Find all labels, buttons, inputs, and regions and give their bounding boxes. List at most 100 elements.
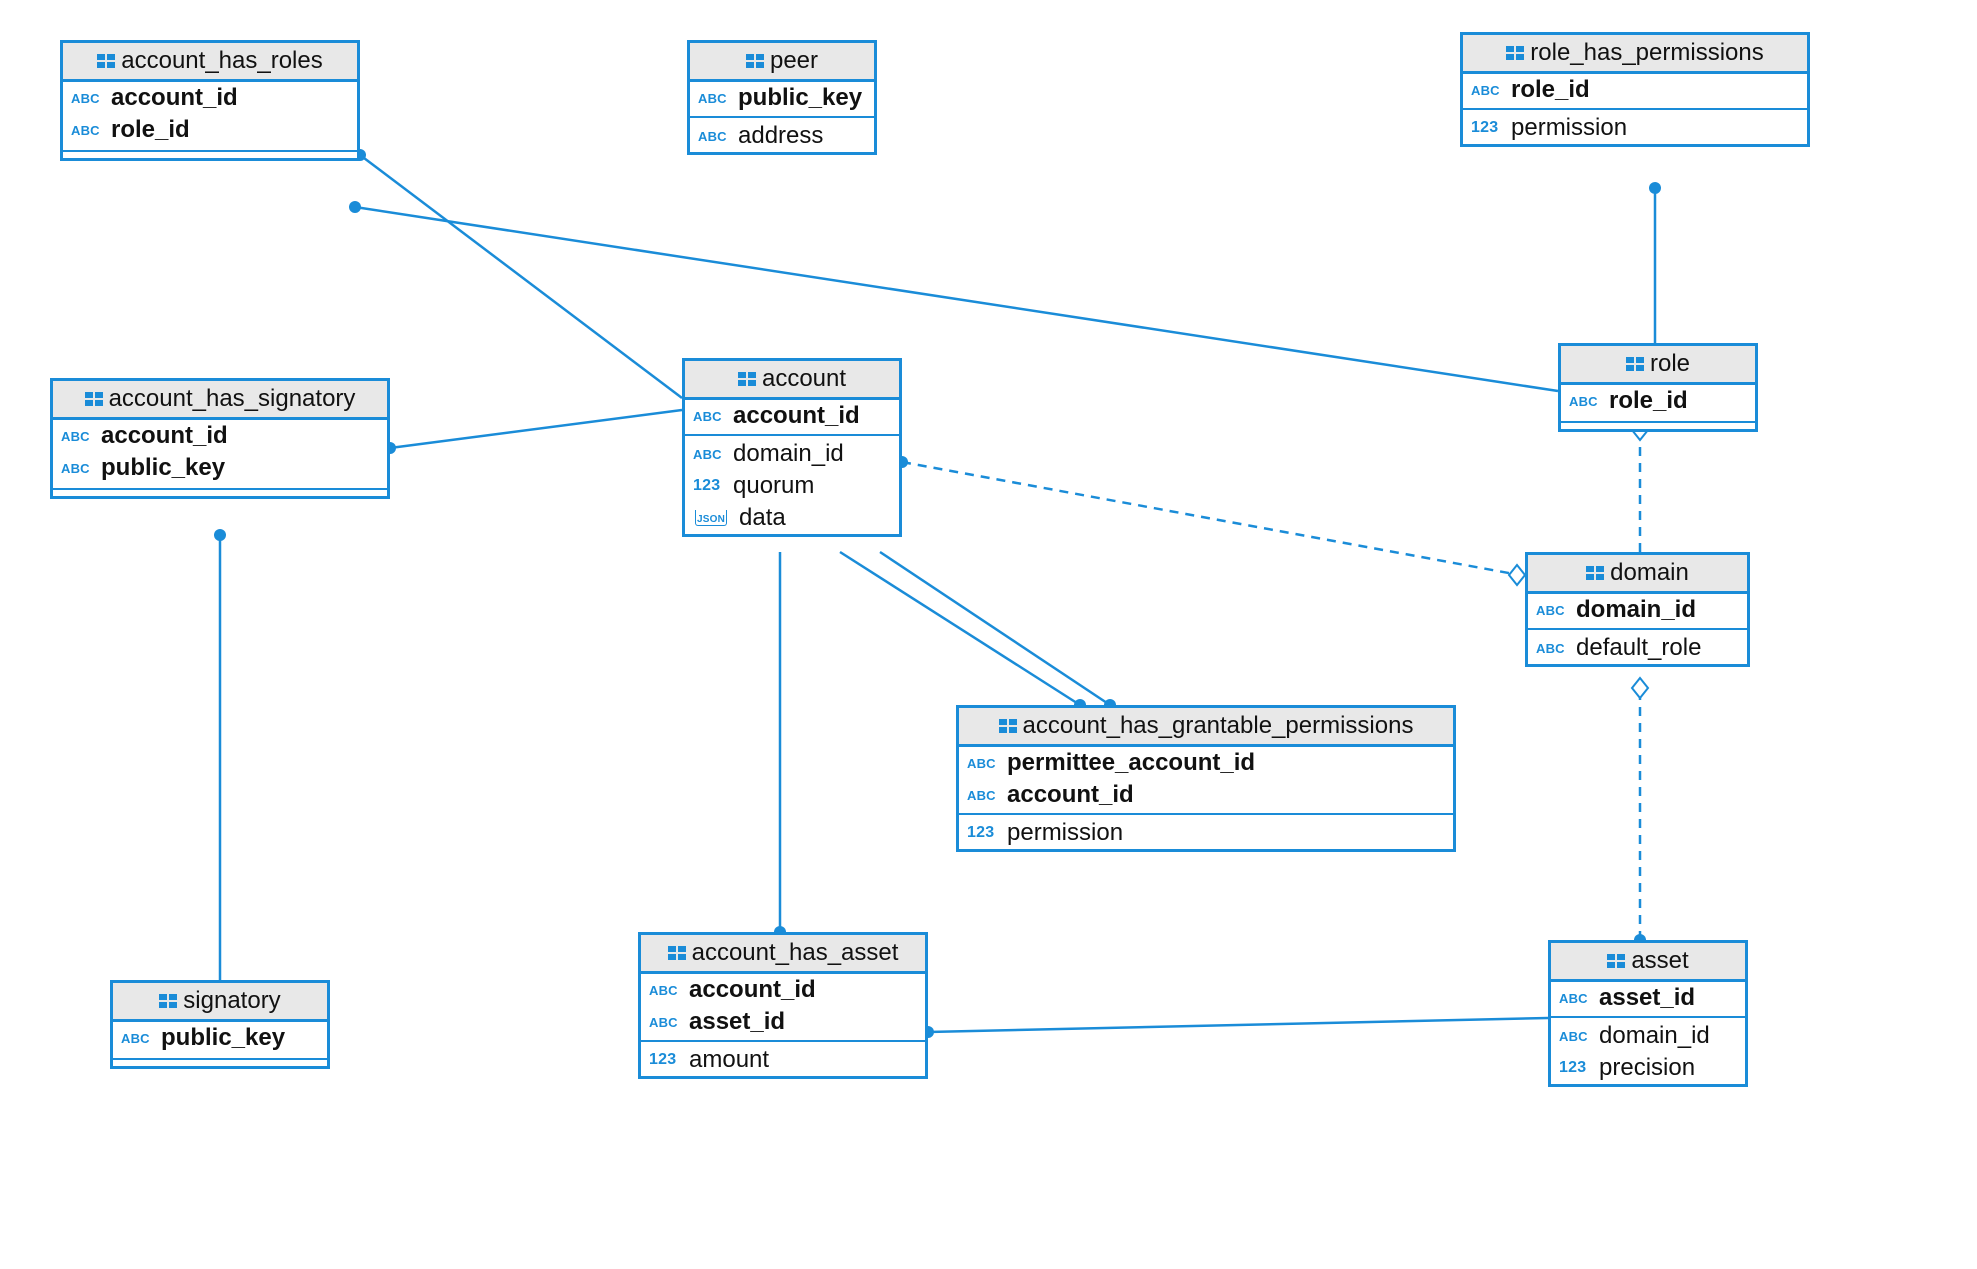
column-row: ABC domain_id <box>1528 594 1747 626</box>
text-type-icon: ABC <box>61 461 95 476</box>
entity-name: peer <box>770 47 818 75</box>
column-name: domain_id <box>1576 596 1696 624</box>
text-type-icon: ABC <box>1569 394 1603 409</box>
column-name: permission <box>1511 114 1627 142</box>
text-type-icon: ABC <box>1559 991 1593 1006</box>
column-row: ABC public_key <box>113 1022 327 1054</box>
entity-name: role_has_permissions <box>1530 39 1763 67</box>
column-row: 123quorum <box>685 470 899 502</box>
entity-name: account_has_roles <box>121 47 322 75</box>
column-row: ABC domain_id <box>685 438 899 470</box>
fk-dot-icon <box>349 201 361 213</box>
ref-diamond-icon <box>1509 565 1525 585</box>
column-name: address <box>738 122 823 150</box>
column-row: ABCpublic_key <box>690 82 874 114</box>
column-row: ABC role_id <box>1463 74 1807 106</box>
text-type-icon: ABC <box>1536 603 1570 618</box>
column-divider <box>1528 628 1747 630</box>
column-name: permittee_account_id <box>1007 749 1255 777</box>
column-name: account_id <box>1007 781 1134 809</box>
entity-name: asset <box>1631 947 1688 975</box>
column-name: public_key <box>101 454 225 482</box>
text-type-icon: ABC <box>649 983 683 998</box>
column-divider <box>113 1058 327 1060</box>
column-name: domain_id <box>733 440 844 468</box>
column-name: role_id <box>1511 76 1590 104</box>
entity-title: account_has_roles <box>63 43 357 82</box>
text-type-icon: ABC <box>698 91 732 106</box>
entity-name: account_has_signatory <box>109 385 356 413</box>
column-name: asset_id <box>689 1008 785 1036</box>
entity-title: asset <box>1551 943 1745 982</box>
entity-title: peer <box>690 43 874 82</box>
text-type-icon: ABC <box>1559 1029 1593 1044</box>
column-name: public_key <box>161 1024 285 1052</box>
entity-signatory[interactable]: signatory ABC public_key <box>110 980 330 1069</box>
entity-title: role <box>1561 346 1755 385</box>
table-icon <box>97 54 115 68</box>
text-type-icon: ABC <box>121 1031 155 1046</box>
text-type-icon: ABC <box>693 447 727 462</box>
table-icon <box>1607 954 1625 968</box>
number-type-icon: 123 <box>1559 1059 1593 1077</box>
column-row: ABCaccount_id <box>685 400 899 432</box>
number-type-icon: 123 <box>649 1051 683 1069</box>
column-row: ABC account_id <box>63 82 357 114</box>
text-type-icon: ABC <box>1471 83 1505 98</box>
text-type-icon: ABC <box>967 788 1001 803</box>
column-divider <box>685 434 899 436</box>
entity-peer[interactable]: peerABCpublic_keyABCaddress <box>687 40 877 155</box>
number-type-icon: 123 <box>967 824 1001 842</box>
number-type-icon: 123 <box>1471 119 1505 137</box>
entity-domain[interactable]: domainABCdomain_idABCdefault_role <box>1525 552 1750 667</box>
column-row: ABCaddress <box>690 120 874 152</box>
entity-role_has_permissions[interactable]: role_has_permissions ABC role_id 123 permiss… <box>1460 32 1810 147</box>
entity-account_has_asset[interactable]: account_has_assetABCaccount_idABC asset_i… <box>638 932 928 1079</box>
column-row: ABCaccount_id <box>53 420 387 452</box>
connection-line <box>360 155 682 398</box>
column-row: ABC public_key <box>53 452 387 484</box>
column-divider <box>959 813 1453 815</box>
table-icon <box>159 994 177 1008</box>
text-type-icon: ABC <box>71 91 105 106</box>
entity-account_has_roles[interactable]: account_has_rolesABCaccount_idABCrole_id <box>60 40 360 161</box>
entity-account[interactable]: account ABCaccount_id ABC domain_id123quoru… <box>682 358 902 537</box>
column-name: asset_id <box>1599 984 1695 1012</box>
column-row: ABCaccount_id <box>641 974 925 1006</box>
entity-asset[interactable]: asset ABC asset_id ABC domain_id 123 precision <box>1548 940 1748 1087</box>
entity-account_has_signatory[interactable]: account_has_signatory ABCaccount_id ABC pub… <box>50 378 390 499</box>
number-type-icon: 123 <box>693 477 727 495</box>
connection-line <box>355 207 1558 391</box>
column-divider <box>53 488 387 490</box>
table-icon <box>1586 566 1604 580</box>
entity-role[interactable]: role ABC role_id <box>1558 343 1758 432</box>
table-icon <box>738 372 756 386</box>
table-icon <box>85 392 103 406</box>
entity-title: account_has_signatory <box>53 381 387 420</box>
json-type-icon: JSON <box>695 510 727 526</box>
column-divider <box>1463 108 1807 110</box>
entity-name: account <box>762 365 846 393</box>
column-name: data <box>739 504 786 532</box>
column-divider <box>63 150 357 152</box>
column-name: precision <box>1599 1054 1695 1082</box>
column-divider <box>1551 1016 1745 1018</box>
column-name: account_id <box>111 84 238 112</box>
column-name: role_id <box>1609 387 1688 415</box>
table-icon <box>668 946 686 960</box>
column-row: ABC asset_id <box>1551 982 1745 1014</box>
connection-line <box>840 552 1080 705</box>
entity-account_has_grantable_permissions[interactable]: account_has_grantable_permissions ABC perm… <box>956 705 1456 852</box>
entity-name: role <box>1650 350 1690 378</box>
column-divider <box>1561 421 1755 423</box>
column-name: domain_id <box>1599 1022 1710 1050</box>
entity-name: account_has_grantable_permissions <box>1023 712 1414 740</box>
column-row: 123amount <box>641 1044 925 1076</box>
entity-title: signatory <box>113 983 327 1022</box>
column-divider <box>690 116 874 118</box>
column-name: permission <box>1007 819 1123 847</box>
entity-title: account_has_asset <box>641 935 925 974</box>
column-row: 123 permission <box>959 817 1453 849</box>
entity-title: account <box>685 361 899 400</box>
column-row: ABCdefault_role <box>1528 632 1747 664</box>
